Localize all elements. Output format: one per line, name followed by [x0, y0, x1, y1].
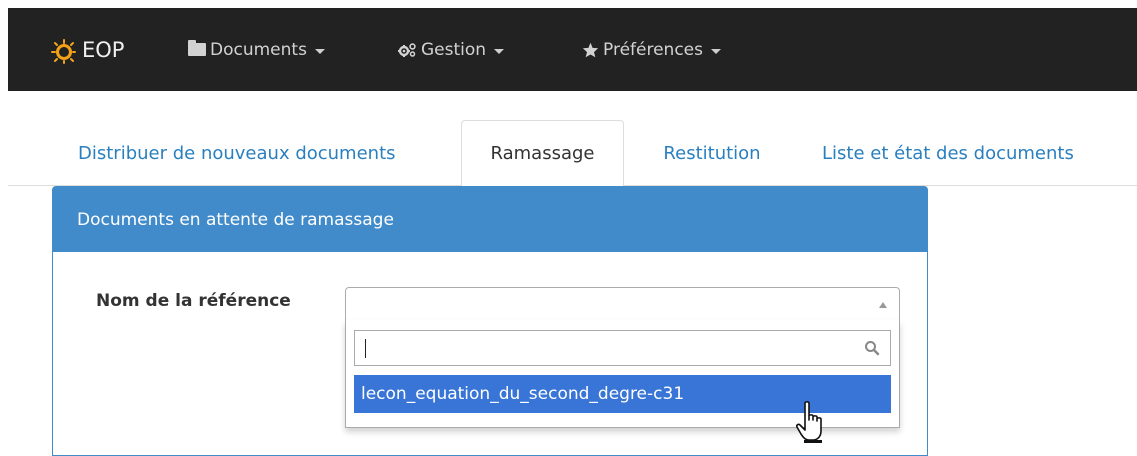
caret-down-icon: [314, 49, 325, 54]
menu-preferences[interactable]: Préférences: [582, 8, 721, 91]
dropdown-search-input[interactable]: [369, 331, 849, 365]
menu-gestion[interactable]: Gestion: [397, 8, 505, 91]
brand-label: EOP: [82, 37, 125, 62]
tab-distribuer[interactable]: Distribuer de nouveaux documents: [60, 120, 460, 186]
tab-restitution[interactable]: Restitution: [628, 120, 796, 186]
tab-liste-etat[interactable]: Liste et état des documents: [798, 120, 1137, 186]
reference-name-label: Nom de la référence: [96, 291, 291, 311]
tab-restitution-label: Restitution: [663, 142, 761, 164]
top-navbar: EOP Documents Gestion Préférences: [8, 8, 1137, 91]
text-cursor: [365, 339, 366, 358]
tab-liste-etat-label: Liste et état des documents: [822, 142, 1074, 164]
star-icon: [582, 42, 599, 57]
tab-ramassage[interactable]: Ramassage: [461, 120, 624, 187]
caret-down-icon: [494, 49, 505, 54]
reference-select[interactable]: [345, 287, 900, 321]
menu-documents[interactable]: Documents: [188, 8, 325, 91]
arrow-up-icon[interactable]: [879, 302, 887, 308]
menu-preferences-label: Préférences: [603, 39, 703, 60]
sun-icon: [51, 38, 76, 64]
dropdown-search-box[interactable]: [354, 330, 891, 366]
tab-ramassage-label: Ramassage: [490, 143, 595, 164]
tab-distribuer-label: Distribuer de nouveaux documents: [78, 142, 396, 164]
panel-heading: Documents en attente de ramassage: [53, 187, 927, 252]
caret-down-icon: [710, 49, 721, 54]
brand-link[interactable]: EOP: [50, 8, 124, 91]
menu-documents-label: Documents: [210, 39, 307, 60]
folder-icon: [188, 40, 206, 56]
hand-pointer-icon: [796, 401, 822, 443]
result-item-label: lecon_equation_du_second_degre-c31: [361, 384, 685, 404]
tab-bar: Distribuer de nouveaux documents Ramassa…: [8, 120, 1137, 187]
panel-title: Documents en attente de ramassage: [77, 209, 394, 230]
gears-icon: [398, 42, 416, 57]
search-icon: [865, 341, 880, 356]
menu-gestion-label: Gestion: [421, 39, 487, 60]
